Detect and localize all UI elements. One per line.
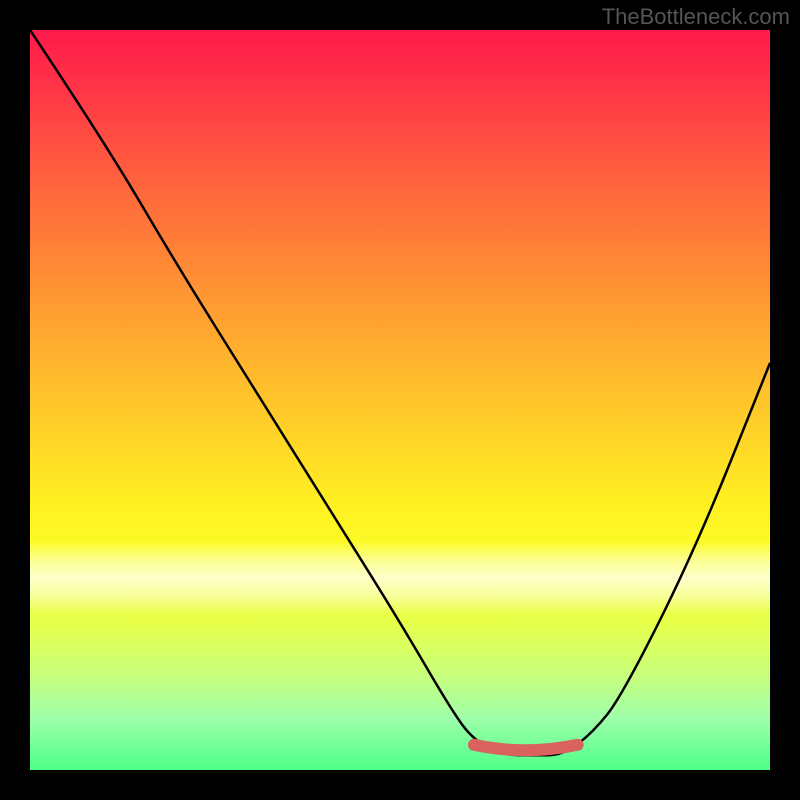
optimal-marker-path bbox=[474, 745, 578, 751]
bottleneck-curve-path bbox=[30, 30, 770, 755]
watermark-text: TheBottleneck.com bbox=[602, 4, 790, 30]
chart-plot-area bbox=[30, 30, 770, 770]
curve-layer bbox=[30, 30, 770, 770]
